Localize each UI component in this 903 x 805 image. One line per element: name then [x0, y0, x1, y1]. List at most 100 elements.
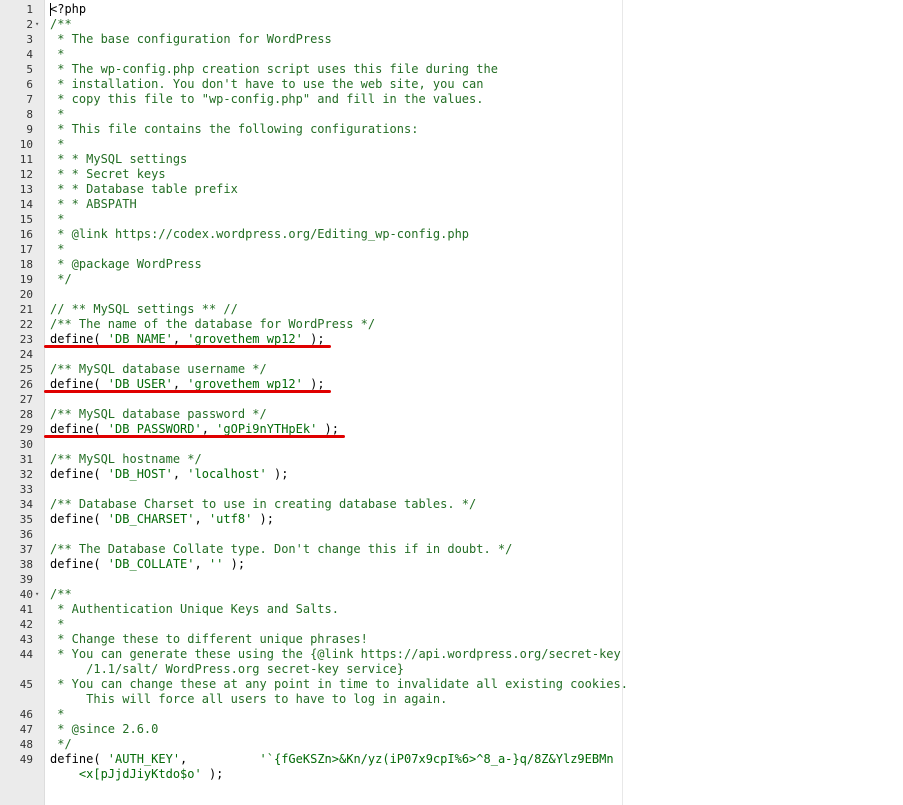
token-sep: , — [180, 752, 260, 766]
comment-text: /** The Database Collate type. Don't cha… — [50, 542, 513, 556]
code-line[interactable]: 1 <?php — [0, 2, 903, 17]
token-end: ); — [252, 512, 274, 526]
token-sep: , — [194, 557, 209, 571]
line-number: 30 — [19, 438, 33, 451]
code-area[interactable]: 1 <?php 2 ▾/** 3 * The base configuration fo… — [0, 2, 903, 782]
code-line[interactable]: 12 * * Secret keys — [0, 167, 903, 182]
comment-text: * * Database table prefix — [50, 182, 238, 196]
code-line[interactable]: 26 define( 'DB_USER', 'grovethem_wp12' ); — [0, 377, 903, 393]
code-line[interactable]: 10 * — [0, 137, 903, 152]
line-number: 13 — [19, 183, 33, 196]
code-line[interactable]: 49 define( 'AUTH_KEY', '`{fGeKSZn>&Kn/yz(… — [0, 752, 903, 767]
comment-text: * copy this file to "wp-config.php" and … — [50, 92, 484, 106]
code-line[interactable]: 35 define( 'DB_CHARSET', 'utf8' ); — [0, 512, 903, 527]
code-line[interactable]: 27 — [0, 392, 903, 407]
code-line[interactable]: 13 * * Database table prefix — [0, 182, 903, 197]
code-line[interactable]: 6 * installation. You don't have to use … — [0, 77, 903, 92]
code-line[interactable]: 25 /** MySQL database username */ — [0, 362, 903, 377]
comment-text: * The base configuration for WordPress — [50, 32, 332, 46]
comment-text: * — [50, 212, 65, 226]
line-number: 2 — [26, 18, 33, 31]
comment-text: /** The name of the database for WordPre… — [50, 317, 376, 331]
code-line[interactable]: 4 * — [0, 47, 903, 62]
token-key: 'DB_PASSWORD' — [107, 422, 202, 436]
code-line[interactable]: 23 define( 'DB_NAME', 'grovethem_wp12' ); — [0, 332, 903, 348]
comment-text: * You can generate these using the {@lin… — [50, 647, 621, 661]
token-val: 'localhost' — [187, 467, 267, 481]
code-editor[interactable]: 1 <?php 2 ▾/** 3 * The base configuration fo… — [0, 0, 903, 805]
comment-text: // ** MySQL settings ** // — [50, 302, 238, 316]
comment-text: /** MySQL database username */ — [50, 362, 267, 376]
line-number: 37 — [19, 543, 33, 556]
comment-text: /** MySQL hostname */ — [50, 452, 202, 466]
code-line[interactable]: 38 define( 'DB_COLLATE', '' ); — [0, 557, 903, 572]
code-line[interactable]: 34 /** Database Charset to use in creatin… — [0, 497, 903, 512]
code-line[interactable]: 31 /** MySQL hostname */ — [0, 452, 903, 467]
code-line[interactable]: 19 */ — [0, 272, 903, 287]
line-number: 38 — [19, 558, 33, 571]
comment-text: * * ABSPATH — [50, 197, 137, 211]
comment-text: * installation. You don't have to use th… — [50, 77, 484, 91]
code-line[interactable]: This will force all users to have to log… — [0, 692, 903, 707]
code-line[interactable]: 14 * * ABSPATH — [0, 197, 903, 212]
code-line[interactable]: 47 * @since 2.6.0 — [0, 722, 903, 737]
code-line[interactable]: 5 * The wp-config.php creation script us… — [0, 62, 903, 77]
comment-text: /** — [50, 17, 72, 31]
fold-toggle-icon[interactable]: ▾ — [35, 17, 39, 32]
comment-text: * @link https://codex.wordpress.org/Edit… — [50, 227, 470, 241]
code-line[interactable]: 32 define( 'DB_HOST', 'localhost' ); — [0, 467, 903, 482]
code-line[interactable]: 20 — [0, 287, 903, 302]
code-line[interactable]: 48 */ — [0, 737, 903, 752]
token-fn: define( — [50, 752, 108, 766]
code-line[interactable]: 2 ▾ /** — [0, 17, 903, 32]
line-number: 7 — [26, 93, 33, 106]
line-number: 10 — [19, 138, 33, 151]
token-val: 'gOPi9nYTHpEk' — [216, 422, 318, 436]
comment-text: /** Database Charset to use in creating … — [50, 497, 477, 511]
code-line[interactable]: 11 * * MySQL settings — [0, 152, 903, 167]
line-number: 3 — [26, 33, 33, 46]
code-line[interactable]: 33 — [0, 482, 903, 497]
code-line[interactable]: 45 * You can change these at any point i… — [0, 677, 903, 692]
line-number: 17 — [19, 243, 33, 256]
code-line[interactable]: 28 /** MySQL database password */ — [0, 407, 903, 422]
code-line[interactable]: 40 ▾ /** — [0, 587, 903, 602]
code-line[interactable]: 9 * This file contains the following con… — [0, 122, 903, 137]
line-number: 42 — [19, 618, 33, 631]
code-line[interactable]: 18 * @package WordPress — [0, 257, 903, 272]
code-line[interactable]: 17 * — [0, 242, 903, 257]
code-line[interactable]: 7 * copy this file to "wp-config.php" an… — [0, 92, 903, 107]
token-val: 'grovethem_wp12' — [187, 332, 303, 346]
code-line[interactable]: 22 /** The name of the database for WordP… — [0, 317, 903, 332]
line-number: 16 — [19, 228, 33, 241]
code-line[interactable]: 3 * The base configuration for WordPress — [0, 32, 903, 47]
define-statement: define( 'DB_COLLATE', '' ); — [50, 557, 245, 572]
token-end: ); — [302, 332, 325, 346]
token-key: 'AUTH_KEY' — [107, 752, 181, 766]
code-line[interactable]: 8 * — [0, 107, 903, 122]
code-line[interactable]: /1.1/salt/ WordPress.org secret-key serv… — [0, 662, 903, 677]
code-line[interactable]: 43 * Change these to different unique ph… — [0, 632, 903, 647]
code-line[interactable]: 37 /** The Database Collate type. Don't c… — [0, 542, 903, 557]
code-line[interactable]: 21 // ** MySQL settings ** // — [0, 302, 903, 317]
token-sep: , — [201, 422, 217, 436]
comment-text: * The wp-config.php creation script uses… — [50, 62, 498, 76]
code-line[interactable]: 15 * — [0, 212, 903, 227]
line-number: 5 — [26, 63, 33, 76]
fold-toggle-icon[interactable]: ▾ — [35, 587, 39, 602]
line-number: 40 — [19, 588, 33, 601]
code-line[interactable]: 39 — [0, 572, 903, 587]
line-number: 6 — [26, 78, 33, 91]
comment-text: * * Secret keys — [50, 167, 166, 181]
code-line[interactable]: 42 * — [0, 617, 903, 632]
code-line[interactable]: 24 — [0, 347, 903, 362]
code-line[interactable]: <x[pJjdJiyKtdo$o' ); — [0, 767, 903, 782]
line-number: 45 — [19, 678, 33, 691]
code-line[interactable]: 44 * You can generate these using the {@… — [0, 647, 903, 662]
code-line[interactable]: 16 * @link https://codex.wordpress.org/E… — [0, 227, 903, 242]
code-line[interactable]: 29 define( 'DB_PASSWORD', 'gOPi9nYTHpEk' … — [0, 422, 903, 438]
code-line[interactable]: 36 — [0, 527, 903, 542]
code-line[interactable]: 46 * — [0, 707, 903, 722]
code-line[interactable]: 41 * Authentication Unique Keys and Salt… — [0, 602, 903, 617]
code-line[interactable]: 30 — [0, 437, 903, 452]
